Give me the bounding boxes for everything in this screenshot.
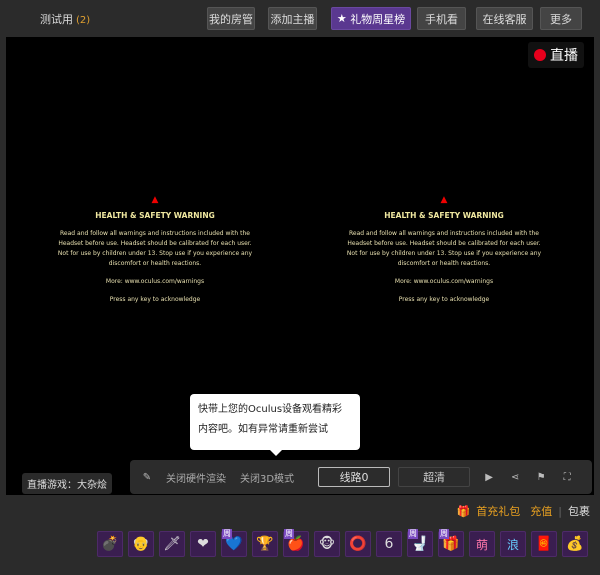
viewer-count: (2): [76, 15, 91, 26]
gift-list: 💣 👴 🗡 ❤ 💙 周 🏆 🍎 周 🐵 ⭕ 6 🚽 周 🎁 周萌 浪 🧧 💰: [97, 529, 588, 557]
gift-item-14[interactable]: 🧧: [531, 531, 557, 557]
gift-item-3[interactable]: ❤: [190, 531, 216, 557]
gift-star-ranking-button[interactable]: ★ 礼物周星榜: [331, 7, 411, 30]
trophy-icon: 🏆: [256, 536, 274, 552]
fullscreen-icon[interactable]: ⛶: [556, 466, 578, 488]
online-support-button[interactable]: 在线客服: [476, 7, 533, 30]
gift-item-1[interactable]: 👴: [128, 531, 154, 557]
warning-body: Read and follow all warnings and instruc…: [346, 230, 542, 267]
mobile-watch-button[interactable]: 手机看: [417, 7, 466, 30]
warning-body: Read and follow all warnings and instruc…: [57, 230, 253, 267]
my-admins-button[interactable]: 我的房管: [207, 7, 255, 30]
more-button[interactable]: 更多: [540, 7, 582, 30]
live-badge: 直播: [528, 42, 584, 68]
share-icon[interactable]: ⋖: [504, 466, 526, 488]
gift-item-11[interactable]: 🎁 周: [438, 529, 464, 557]
sword-icon: 🗡: [163, 536, 181, 552]
gift-item-13[interactable]: 浪: [500, 531, 526, 557]
flag-icon[interactable]: ⚑: [530, 466, 552, 488]
person-icon: 👴: [132, 536, 150, 552]
gift-item-6[interactable]: 🍎 周: [283, 529, 309, 557]
warning-icon: ▲: [151, 195, 159, 205]
gift-item-10[interactable]: 🚽 周: [407, 529, 433, 557]
666-icon: 6: [384, 536, 394, 552]
video-player[interactable]: 直播 ▲ HEALTH & SAFETY WARNING Read and fo…: [6, 37, 594, 495]
week-badge: 周: [439, 529, 449, 539]
gift-item-5[interactable]: 🏆: [252, 531, 278, 557]
monkey-icon: 🐵: [318, 536, 336, 552]
treasure-icon: 💰: [566, 536, 584, 552]
gift-item-7[interactable]: 🐵: [314, 531, 340, 557]
hw-render-toggle[interactable]: 关闭硬件渲染: [166, 470, 226, 485]
room-name: 测试用: [40, 13, 73, 26]
badge-icon: ⭕: [349, 536, 367, 552]
divider: |: [558, 504, 562, 518]
oculus-tooltip: 快带上您的Oculus设备观看精彩内容吧。如有异常请重新尝试: [190, 394, 360, 456]
gift-item-4[interactable]: 💙 周: [221, 529, 247, 557]
recharge-bar: 🎁 首充礼包 充值 | 包裹: [457, 503, 590, 519]
gift-box-icon: 🎁: [456, 504, 471, 518]
ranking-label: 礼物周星榜: [350, 12, 406, 26]
recharge-link[interactable]: 充值: [530, 503, 552, 519]
bomb-icon: 💣: [101, 536, 119, 552]
warning-title: HEALTH & SAFETY WARNING: [384, 211, 504, 220]
warning-title: HEALTH & SAFETY WARNING: [95, 211, 215, 220]
warning-icon: ▲: [440, 195, 448, 205]
gift-item-0[interactable]: 💣: [97, 531, 123, 557]
bag-link[interactable]: 包裹: [568, 503, 590, 519]
red-envelope-icon: 🧧: [535, 536, 553, 552]
game-label: 直播游戏：大杂烩: [22, 473, 112, 494]
live-dot-icon: [534, 49, 546, 61]
gift-item-15[interactable]: 💰: [562, 531, 588, 557]
add-streamer-button[interactable]: 添加主播: [268, 7, 317, 30]
line-button[interactable]: 线路0: [318, 467, 391, 487]
gift-item-9[interactable]: 6: [376, 531, 402, 557]
star-icon: ★: [336, 12, 347, 25]
warning-left: ▲ HEALTH & SAFETY WARNING Read and follo…: [55, 195, 255, 313]
first-charge-link[interactable]: 首充礼包: [476, 503, 520, 519]
quality-button[interactable]: 超清: [398, 467, 471, 487]
warning-right: ▲ HEALTH & SAFETY WARNING Read and follo…: [344, 195, 544, 313]
gift-item-12[interactable]: 萌: [469, 531, 495, 557]
week-badge: 周: [408, 529, 418, 539]
week-badge: 周: [284, 529, 294, 539]
week-badge: 周: [222, 529, 232, 539]
play-icon[interactable]: ▶: [478, 466, 500, 488]
浪-icon: 浪: [506, 537, 519, 552]
gift-item-2[interactable]: 🗡: [159, 531, 185, 557]
heart-icon: ❤: [197, 536, 209, 552]
萌-icon: 萌: [475, 537, 488, 552]
warning-more: More: www.oculus.com/warnings: [105, 278, 205, 285]
gift-item-8[interactable]: ⭕: [345, 531, 371, 557]
warning-press: Press any key to acknowledge: [398, 296, 490, 303]
3d-mode-toggle[interactable]: 关闭3D模式: [240, 470, 294, 485]
edit-icon[interactable]: ✎: [136, 466, 158, 488]
live-label: 直播: [550, 48, 578, 64]
room-title: 测试用 (2): [40, 11, 90, 27]
player-controls: ✎ 关闭硬件渲染 关闭3D模式 线路0 超清 ▶ ⋖ ⚑ ⛶: [130, 460, 592, 494]
warning-press: Press any key to acknowledge: [109, 296, 201, 303]
warning-more: More: www.oculus.com/warnings: [394, 278, 494, 285]
